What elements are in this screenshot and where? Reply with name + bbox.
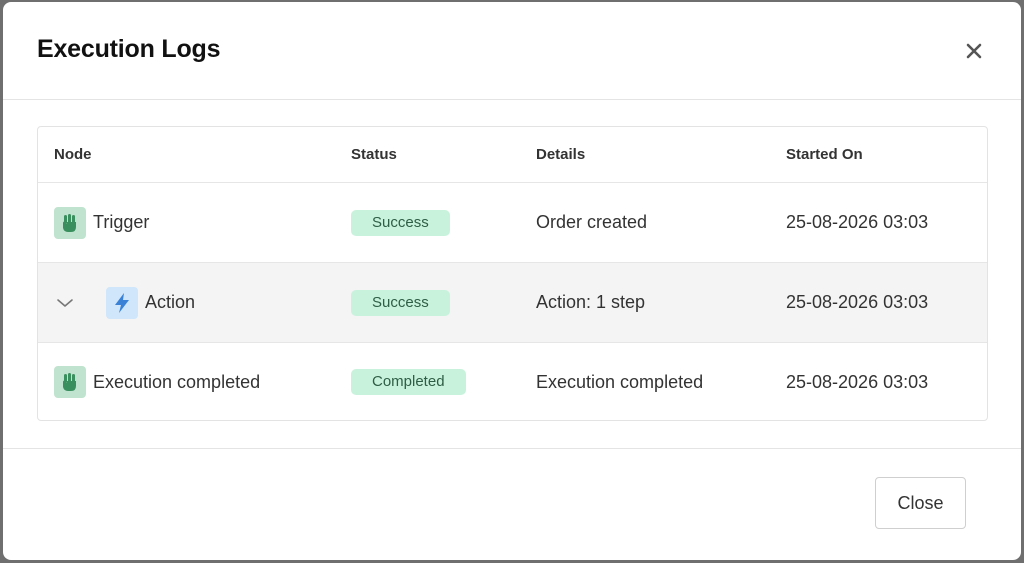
close-button[interactable]: Close [875,477,966,529]
status-badge: Success [351,209,450,236]
hand-pointer-icon [54,206,86,239]
status-badge: Completed [351,369,466,395]
node-cell: Execution completed [54,343,261,420]
table-row[interactable]: Trigger Success Order created 25-08-2026… [38,183,987,263]
node-name: Trigger [93,212,150,232]
chevron-down-icon[interactable] [54,292,76,314]
status-cell: Success [351,183,450,262]
execution-logs-modal: Execution Logs Node Status Details Start… [3,2,1021,560]
table-header-row: Node Status Details Started On [38,127,987,183]
started-on-cell: 25-08-2026 03:03 [786,212,929,232]
started-on-cell: 25-08-2026 03:03 [786,292,929,312]
status-badge: Success [351,289,450,316]
node-name: Action [145,292,196,312]
execution-logs-table: Node Status Details Started On Trigger S… [37,126,988,421]
node-cell: Trigger [54,183,149,262]
hand-pointer-icon [54,366,86,398]
details-cell: Action: 1 step [536,292,646,312]
column-header-started-on: Started On [786,146,863,163]
details-cell: Order created [536,212,648,232]
table-row[interactable]: Execution completed Completed Execution … [38,343,987,420]
started-on-cell: 25-08-2026 03:03 [786,371,929,392]
node-name: Execution completed [93,371,261,392]
modal-header: Execution Logs [3,2,1021,100]
status-cell: Completed [351,343,466,420]
details-cell: Execution completed [536,371,704,392]
close-icon[interactable] [961,38,987,64]
column-header-details: Details [536,146,586,163]
lightning-icon [106,286,138,319]
column-header-node: Node [54,146,92,163]
modal-title: Execution Logs [37,35,221,63]
modal-footer: Close [3,448,1021,560]
table-row[interactable]: Action Success Action: 1 step 25-08-2026… [38,263,987,343]
column-header-status: Status [351,146,397,163]
status-cell: Success [351,263,450,342]
node-cell: Action [54,263,195,342]
